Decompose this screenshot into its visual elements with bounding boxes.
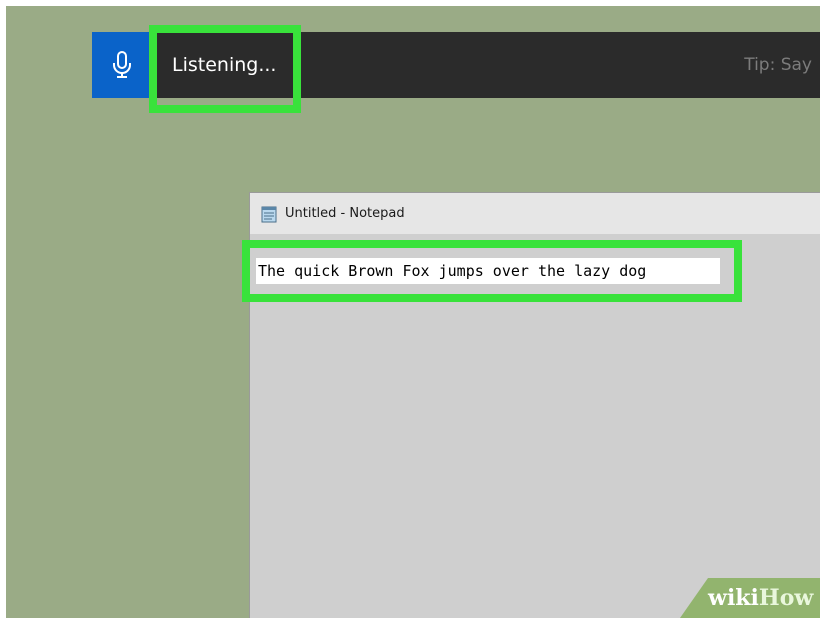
watermark-how: How — [758, 585, 814, 611]
listening-status: Listening... — [172, 54, 277, 76]
microphone-button[interactable] — [92, 32, 152, 98]
speech-tip: Tip: Say — [744, 55, 812, 75]
text-editor-area[interactable]: The quick Brown Fox jumps over the lazy … — [250, 235, 820, 618]
notepad-icon — [260, 205, 278, 223]
microphone-icon — [111, 50, 133, 80]
screenshot: Listening... Tip: Say Untitled - Notepad — [0, 0, 820, 618]
desktop-background: Listening... Tip: Say Untitled - Notepad — [6, 6, 820, 618]
watermark-wiki: wiki — [708, 585, 759, 611]
wikihow-watermark: wikiHow — [680, 578, 820, 618]
watermark-logo: wikiHow — [708, 578, 813, 618]
notepad-window: Untitled - Notepad The quick Brown Fox j… — [249, 192, 820, 618]
typed-text-line[interactable]: The quick Brown Fox jumps over the lazy … — [256, 258, 720, 284]
speech-recognition-bar: Listening... Tip: Say — [92, 32, 820, 98]
window-title: Untitled - Notepad — [285, 206, 405, 221]
notepad-titlebar[interactable]: Untitled - Notepad — [250, 193, 820, 235]
